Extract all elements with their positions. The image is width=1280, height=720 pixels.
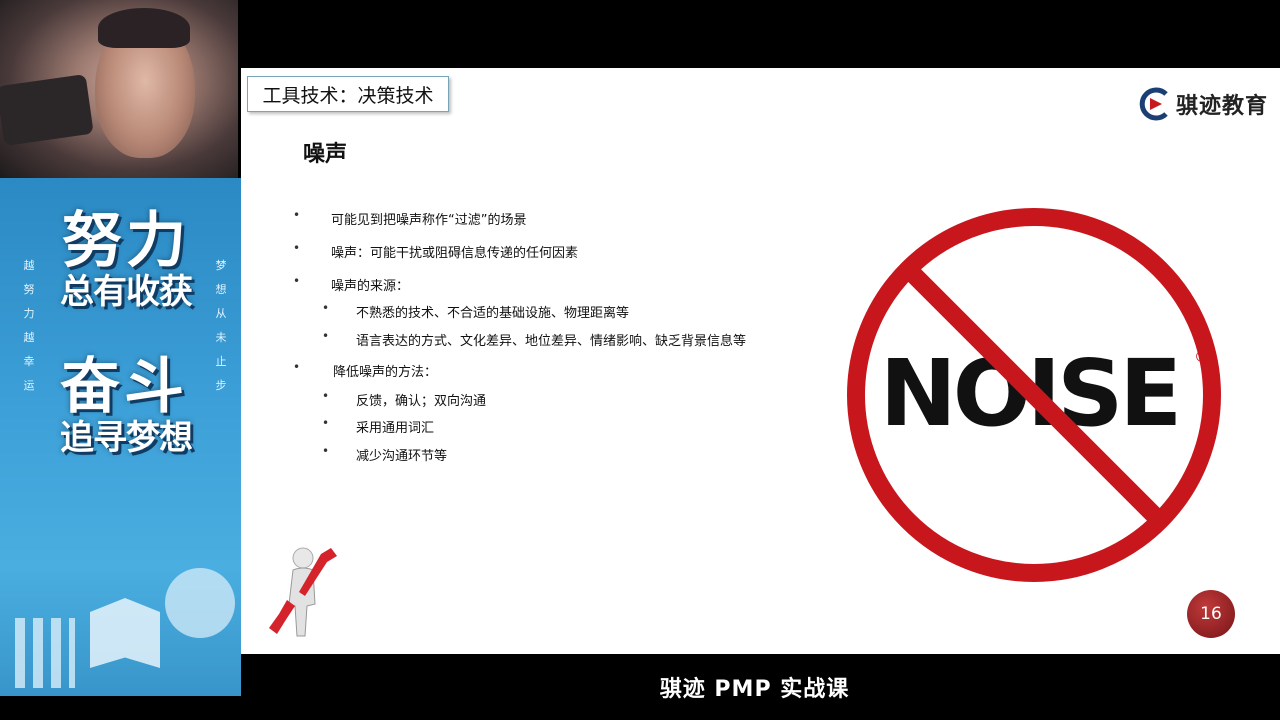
bullet-text: 不熟悉的技术、不合适的基础设施、物理距离等 <box>356 306 630 321</box>
presentation-slide: 工具技术：决策技术 骐迹教育 噪声 • 可能见到把噪声称作“过滤”的场景 • 噪… <box>241 68 1280 654</box>
logo-text: 骐迹教育 <box>1175 94 1268 119</box>
webcam-video <box>0 0 238 178</box>
banner-left-column: 越努力越幸运 <box>23 259 35 392</box>
bullet-dot: • <box>322 389 330 403</box>
bullet-dot: • <box>293 274 301 288</box>
bullet-text: 噪声：可能干扰或阻碍信息传递的任何因素 <box>331 246 579 261</box>
banner-line-4: 追寻梦想 <box>60 418 193 458</box>
footer-caption: 骐迹 PMP 实战课 <box>659 677 850 702</box>
bullet-text: 降低噪声的方法： <box>333 365 438 380</box>
section-title: 工具技术：决策技术 <box>262 84 434 107</box>
bullet-dot: • <box>293 360 301 374</box>
banner-line-2: 总有收获 <box>60 272 193 312</box>
logo-mark-icon <box>1136 86 1172 122</box>
presenter-hair <box>98 8 190 48</box>
section-title-box: 工具技术：决策技术 <box>247 76 449 112</box>
brand-logo: 骐迹教育 <box>1136 86 1268 122</box>
bullet-text: 可能见到把噪声称作“过滤”的场景 <box>331 213 527 228</box>
globe-graphic <box>165 568 235 638</box>
slide-heading: 噪声 <box>303 142 348 167</box>
banner-right-column: 梦想从未止步 <box>215 259 227 392</box>
building-graphic <box>15 618 75 688</box>
bullet-text: 减少沟通环节等 <box>356 449 448 464</box>
headset-shape <box>0 74 94 146</box>
registered-mark: ® <box>1194 347 1210 366</box>
wrench-figure-icon <box>265 544 345 648</box>
bullet-text: 采用通用词汇 <box>356 421 435 436</box>
page-number-badge: 16 <box>1187 590 1235 638</box>
bullet-dot: • <box>293 208 301 222</box>
bullet-text: 反馈，确认；双向沟通 <box>356 394 487 409</box>
book-graphic <box>90 598 160 668</box>
bullet-dot: • <box>322 416 330 430</box>
motivational-banner: 努力 总有收获 奋斗 追寻梦想 越努力越幸运 梦想从未止步 <box>0 178 241 696</box>
bullet-text: 噪声的来源： <box>331 279 410 294</box>
bullet-dot: • <box>293 241 301 255</box>
footer-caption-bar: 骐迹 PMP 实战课 <box>241 654 1280 720</box>
bullet-dot: • <box>322 444 330 458</box>
no-noise-sign: NOISE ® <box>839 200 1229 594</box>
bullet-text: 语言表达的方式、文化差异、地位差异、情绪影响、缺乏背景信息等 <box>356 334 747 349</box>
bullet-dot: • <box>322 329 330 343</box>
bullet-dot: • <box>322 301 330 315</box>
